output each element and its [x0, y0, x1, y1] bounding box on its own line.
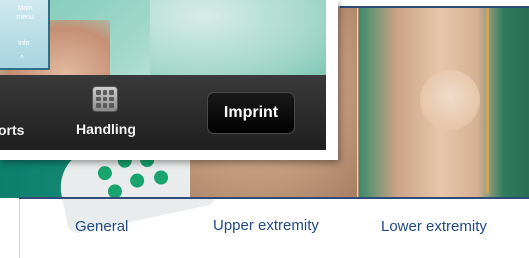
toolbar-reports-tab[interactable]: orts [0, 122, 24, 138]
chevron-up-icon: ^ [20, 54, 24, 63]
nurse-photo [150, 0, 326, 80]
app-screenshot-card: Main menu Info ^ orts Handling Imprint [0, 0, 338, 160]
knee-image [420, 70, 480, 130]
category-link-upper-extremity[interactable]: Upper extremity [213, 217, 319, 234]
category-nav: General Upper extremity Lower extremity [20, 208, 529, 248]
device-info-label: Info [18, 40, 30, 47]
remote-button-icon [96, 164, 114, 182]
remote-button-icon [152, 169, 170, 186]
toolbar-handling-tab[interactable]: Handling [76, 121, 136, 137]
banner-top-border [340, 6, 529, 8]
iv-line-image [486, 8, 489, 194]
keypad-icon[interactable] [92, 86, 118, 112]
device-menu-label: Main menu [16, 5, 34, 21]
remote-button-icon [128, 172, 146, 189]
category-link-lower-extremity[interactable]: Lower extremity [381, 218, 487, 235]
imprint-button[interactable]: Imprint [207, 92, 295, 134]
photo-divider [357, 6, 358, 198]
handheld-device: Main menu Info ^ [0, 0, 50, 70]
category-link-general[interactable]: General [75, 218, 128, 235]
banner-bottom-border [19, 197, 529, 199]
